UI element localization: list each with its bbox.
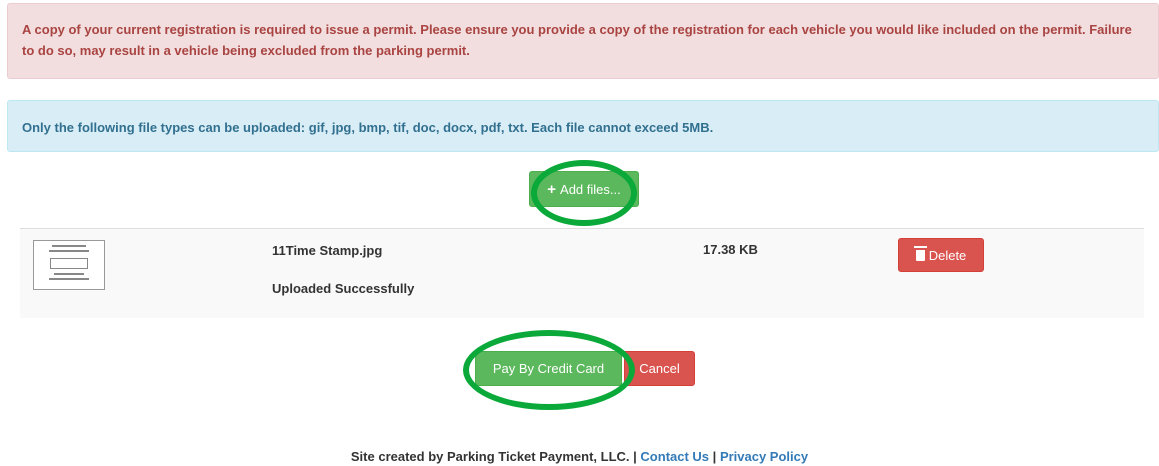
footer-separator: |: [633, 449, 637, 464]
contact-us-link[interactable]: Contact Us: [640, 449, 709, 464]
pay-by-credit-card-button[interactable]: Pay By Credit Card: [475, 351, 622, 386]
cancel-label: Cancel: [639, 361, 680, 376]
upload-status: Uploaded Successfully: [272, 281, 415, 296]
footer-credit: Site created by Parking Ticket Payment, …: [350, 449, 630, 464]
trash-icon: [913, 245, 927, 261]
add-files-button[interactable]: + Add files...: [529, 171, 639, 207]
add-files-label: Add files...: [560, 181, 621, 197]
privacy-policy-link[interactable]: Privacy Policy: [720, 449, 808, 464]
file-size: 17.38 KB: [703, 242, 758, 257]
pay-label: Pay By Credit Card: [492, 361, 605, 376]
file-types-info-alert: Only the following file types can be upl…: [7, 100, 1159, 152]
delete-label: Delete: [928, 247, 967, 263]
file-name: 11Time Stamp.jpg: [272, 243, 383, 258]
registration-warning-alert: A copy of your current registration is r…: [7, 3, 1159, 79]
cancel-button[interactable]: Cancel: [624, 351, 695, 386]
plus-icon: +: [547, 180, 557, 198]
footer-separator: |: [712, 449, 717, 464]
document-thumbnail-icon: [33, 240, 105, 290]
registration-warning-text: A copy of your current registration is r…: [22, 22, 1132, 58]
uploaded-file-row: 11Time Stamp.jpg Uploaded Successfully 1…: [20, 228, 1144, 318]
delete-file-button[interactable]: Delete: [898, 238, 984, 272]
footer: Site created by Parking Ticket Payment, …: [0, 449, 1159, 464]
file-types-info-text: Only the following file types can be upl…: [22, 120, 714, 135]
